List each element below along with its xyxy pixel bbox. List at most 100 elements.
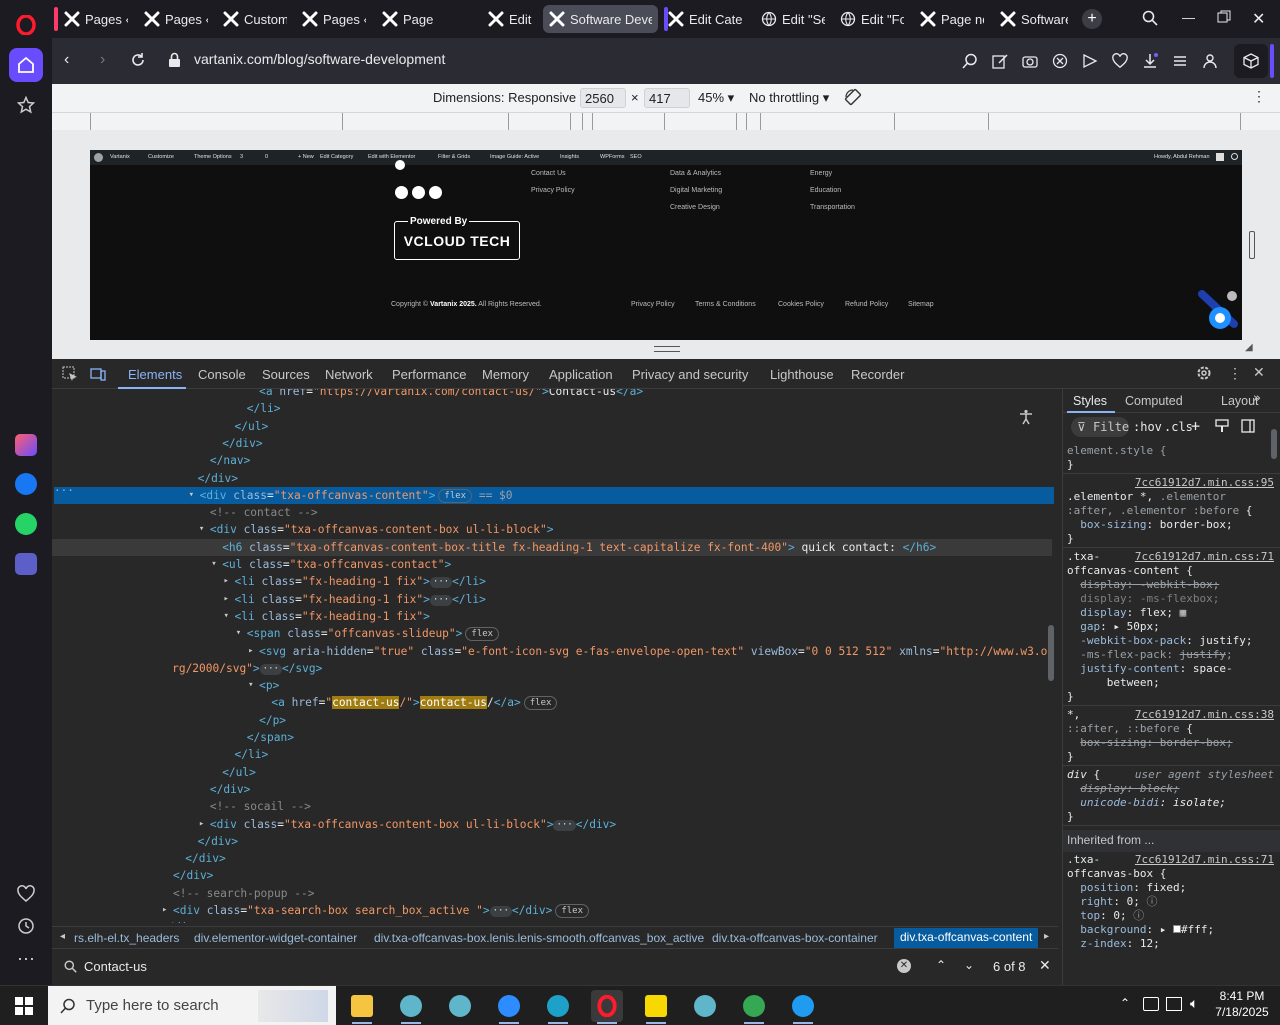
minimize-icon[interactable]: — — [1182, 10, 1195, 25]
dom-node[interactable]: </p> — [52, 712, 1052, 729]
node-more-icon[interactable]: ··· — [54, 484, 74, 497]
dom-node[interactable]: <a href="https://vartanix.com/contact-us… — [52, 389, 1052, 400]
wp-search-icon[interactable] — [1231, 153, 1238, 160]
dom-node[interactable]: </div> — [52, 470, 1052, 487]
restore-icon[interactable] — [1217, 10, 1231, 24]
expand-toggle-icon[interactable]: ▾ — [189, 487, 194, 504]
style-rule-line[interactable]: between; — [1067, 676, 1160, 690]
footer-link[interactable]: Energy — [810, 170, 832, 177]
edit-icon[interactable] — [992, 53, 1008, 69]
devtools-tab[interactable]: Console — [198, 367, 246, 382]
vscode-icon[interactable] — [787, 990, 819, 1022]
selected-node[interactable]: ▾ <div class="txa-offcanvas-content"> flex… — [54, 486, 1054, 504]
footer-link[interactable]: Data & Analytics — [670, 170, 721, 177]
back-icon[interactable]: ‹ — [64, 51, 69, 69]
style-rule-line[interactable]: z-index: 12; — [1067, 937, 1159, 951]
stylesheet-source-link[interactable]: 7cc61912d7.min.css:95 — [1135, 476, 1274, 490]
style-rule-line[interactable]: position: fixed; — [1067, 881, 1186, 895]
footer-link[interactable]: Transportation — [810, 204, 855, 211]
height-input[interactable]: 417 — [644, 88, 690, 108]
style-rule-line[interactable]: box-sizing: border-box; — [1067, 736, 1232, 750]
dom-node[interactable]: </li> — [52, 400, 1052, 417]
expand-toggle-icon[interactable]: ▾ — [236, 625, 241, 642]
dom-node[interactable]: ▸ <li class="fx-heading-1 fix"> ··· </li> — [52, 591, 1052, 608]
dom-node[interactable]: ▾ <ul class="txa-offcanvas-contact"> — [52, 556, 1052, 573]
tray-overflow-icon[interactable]: ⌃ — [1120, 996, 1130, 1010]
expand-toggle-icon[interactable]: ▾ — [199, 521, 204, 538]
wp-bar-item[interactable]: Edit Category — [320, 154, 353, 160]
more-tabs-icon[interactable]: » — [1253, 391, 1261, 406]
style-rule-line[interactable]: } — [1067, 458, 1074, 472]
lens-search-icon[interactable] — [962, 53, 978, 69]
browser-tab[interactable]: Page not — [376, 5, 442, 33]
browser-tab[interactable]: Software — [994, 5, 1074, 33]
dom-node[interactable]: </div> — [52, 781, 1052, 798]
styles-tab[interactable]: Computed — [1125, 394, 1183, 408]
zoom-icon[interactable] — [493, 990, 525, 1022]
accessibility-icon[interactable] — [1018, 409, 1034, 425]
wp-bar-item[interactable]: WPForms — [600, 154, 624, 160]
heart-icon[interactable] — [9, 877, 43, 911]
dom-node[interactable]: </li> — [52, 746, 1052, 763]
dom-node[interactable]: rg/2000/svg"> ··· </svg> — [52, 660, 1052, 677]
dom-node[interactable]: </div> — [52, 833, 1052, 850]
media-query-ruler[interactable] — [52, 112, 1280, 131]
stylesheet-source-link[interactable]: 7cc61912d7.min.css:71 — [1135, 853, 1274, 867]
opera-icon[interactable] — [591, 990, 623, 1022]
devtools-tab[interactable]: Recorder — [851, 367, 904, 382]
wp-bar-item[interactable]: Customize — [148, 154, 174, 160]
display-icon[interactable] — [1166, 997, 1182, 1011]
style-rule-line[interactable]: offcanvas-content { — [1067, 564, 1193, 578]
style-rule-line[interactable]: justify-content: space- — [1067, 662, 1232, 676]
adblock-icon[interactable] — [1052, 53, 1068, 69]
style-rule-line[interactable]: background: ▸ #fff; — [1067, 923, 1214, 937]
dom-node[interactable]: ▾ <div class="txa-offcanvas-content-box u… — [52, 521, 1052, 538]
browser-tab[interactable]: Edit "Ser — [755, 5, 831, 33]
search-close-icon[interactable]: ✕ — [1039, 957, 1051, 974]
resize-handle-right[interactable] — [1249, 231, 1255, 259]
facebook-icon[interactable] — [395, 186, 408, 199]
style-rule-line[interactable]: right: 0; ⓘ — [1067, 895, 1157, 909]
stylesheet-source-link[interactable]: 7cc61912d7.min.css:38 — [1135, 708, 1274, 722]
wp-bar-item[interactable]: Vartanix — [110, 154, 130, 160]
breadcrumb-item[interactable]: div.txa-offcanvas-content — [894, 928, 1039, 948]
style-rule-line[interactable]: :after, .elementor :before { — [1067, 504, 1252, 518]
clock[interactable]: 8:41 PM 7/18/2025 — [1214, 988, 1270, 1020]
wp-bar-item[interactable]: 0 — [265, 154, 268, 160]
music-player-icon[interactable] — [9, 547, 43, 581]
dom-node[interactable]: ▸ <li class="fx-heading-1 fix"> ··· </li> — [52, 573, 1052, 590]
forward-icon[interactable]: › — [100, 51, 105, 69]
app-icon[interactable] — [444, 990, 476, 1022]
hov-toggle[interactable]: :hov — [1133, 420, 1162, 434]
width-input[interactable]: 2560 — [580, 88, 626, 108]
expand-toggle-icon[interactable]: ▸ — [162, 902, 167, 919]
style-rule-line[interactable]: *, — [1067, 708, 1080, 722]
home-icon[interactable] — [9, 48, 43, 82]
devtools-tab[interactable]: Application — [549, 367, 613, 382]
style-rule-line[interactable]: display: -ms-flexbox; — [1067, 592, 1219, 606]
styles-filter-input[interactable]: ⊽ Filter — [1071, 417, 1129, 437]
style-rule-line[interactable]: .txa- — [1067, 550, 1100, 564]
style-rule-line[interactable]: display: -webkit-box; — [1067, 578, 1219, 592]
style-rule-line[interactable]: -webkit-box-pack: justify; — [1067, 634, 1252, 648]
breadcrumb-right-icon[interactable]: ▸ — [1044, 931, 1049, 942]
messenger-icon[interactable] — [9, 467, 43, 501]
site-info-lock-icon[interactable] — [168, 52, 181, 68]
devtools-tab[interactable]: Elements — [128, 367, 182, 382]
zoom-dropdown[interactable]: 45% ▾ — [698, 90, 734, 106]
instagram-icon[interactable] — [429, 186, 442, 199]
downloads-icon[interactable] — [1142, 53, 1158, 69]
avatar[interactable] — [1216, 153, 1224, 161]
style-rule-line[interactable]: element.style { — [1067, 444, 1166, 458]
history-icon[interactable] — [9, 909, 43, 943]
footer-link[interactable]: Digital Marketing — [670, 187, 722, 194]
style-rule-line[interactable]: -ms-flex-pack: justify; — [1067, 648, 1232, 662]
more-icon[interactable]: ⋯ — [9, 942, 43, 976]
edge-icon[interactable] — [542, 990, 574, 1022]
style-rule-line[interactable]: box-sizing: border-box; — [1067, 518, 1232, 532]
styles-tab[interactable]: Styles — [1073, 394, 1107, 408]
style-rule-line[interactable]: div { — [1067, 768, 1100, 782]
style-rule-line[interactable]: .elementor *, .elementor — [1067, 490, 1226, 504]
style-rule-line[interactable]: display: block; — [1067, 782, 1179, 796]
dom-node[interactable]: ▸ <svg aria-hidden="true" class="e-font-i… — [52, 643, 1052, 660]
